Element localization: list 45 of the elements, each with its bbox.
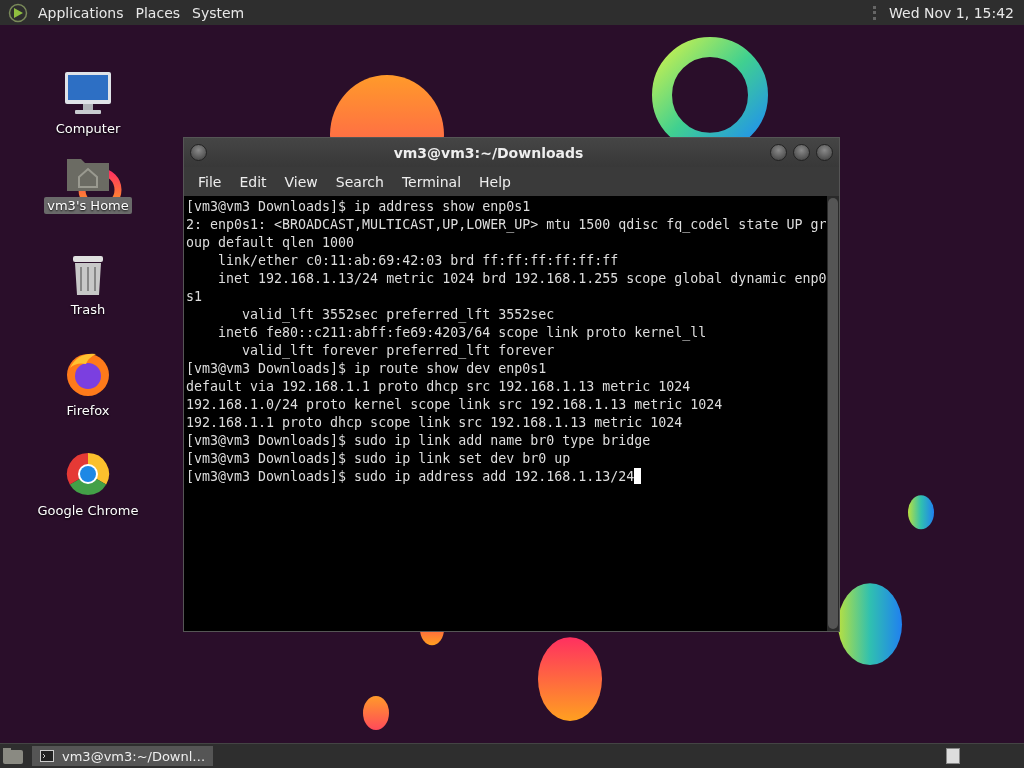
menu-item[interactable]: File — [190, 171, 230, 192]
desktop-icon-label[interactable]: vm3's Home — [44, 197, 132, 214]
computer-icon[interactable] — [63, 70, 113, 116]
terminal-line: 192.168.1.1 proto dhcp scope link src 192.168.1.13 metric 1024 — [186, 414, 683, 432]
terminal-line: 2: enp0s1: <BROADCAST,MULTICAST,UP,LOWER_UP> mtu 1500 qdisc fq_codel state UP gr — [186, 216, 827, 234]
logo-icon[interactable] — [8, 2, 28, 23]
terminal-line: inet 192.168.1.13/24 metric 1024 brd 192.168.1.255 scope global dynamic enp0 — [217, 270, 827, 288]
minimize-button[interactable] — [770, 144, 787, 161]
close-button[interactable] — [816, 144, 833, 161]
terminal-line: [vm3@vm3 Downloads]$ ip address show enp0s1 — [186, 198, 531, 216]
clock[interactable]: Wed Nov 1, 15:42 — [889, 4, 1016, 21]
terminal-line: [vm3@vm3 Downloads]$ sudo ip link set dev br0 up — [186, 450, 571, 468]
trash-icon[interactable] — [70, 253, 106, 297]
desktop-icon-label[interactable]: Trash — [67, 301, 109, 318]
desktop-icon-label[interactable]: Firefox — [63, 402, 113, 419]
terminal-line: link/ether c0:11:ab:69:42:03 brd ff:ff:ff:ff:ff:ff — [217, 252, 619, 270]
terminal-line: [vm3@vm3 Downloads]$ sudo ip address add 192.168.1.13/24 — [186, 468, 642, 486]
taskbar-button[interactable]: vm3@vm3:~/Downl… — [32, 746, 214, 766]
terminal-line: 192.168.1.0/24 proto kernel scope link src 192.168.1.13 metric 1024 — [186, 396, 723, 414]
workspace-switcher[interactable] — [946, 748, 960, 764]
terminal-line: s1 — [186, 288, 202, 306]
panel-menu[interactable]: Applications — [34, 4, 128, 21]
panel-menu[interactable]: System — [188, 4, 249, 21]
terminal-line: valid_lft forever preferred_lft forever — [241, 342, 555, 360]
terminal-line: [vm3@vm3 Downloads]$ ip route show dev enp0s1 — [186, 360, 547, 378]
terminal-line: oup default qlen 1000 — [186, 234, 355, 252]
terminal-line: default via 192.168.1.1 proto dhcp src 192.168.1.13 metric 1024 — [186, 378, 691, 396]
terminal-line: valid_lft 3552sec preferred_lft 3552sec — [241, 306, 555, 324]
window-menu-button[interactable] — [190, 144, 207, 161]
show-desktop-icon[interactable] — [2, 747, 24, 765]
menu-item[interactable]: Search — [327, 171, 392, 192]
maximize-button[interactable] — [793, 144, 810, 161]
desktop-icon-label[interactable]: Google Chrome — [34, 502, 142, 519]
terminal-icon — [40, 750, 54, 762]
terminal-line: [vm3@vm3 Downloads]$ sudo ip link add name br0 type bridge — [186, 432, 651, 450]
menu-item[interactable]: Terminal — [393, 171, 470, 192]
menu-item[interactable]: View — [276, 171, 326, 192]
window-title: vm3@vm3:~/Downloads — [392, 144, 585, 161]
chrome-icon[interactable] — [64, 450, 112, 498]
panel-menu[interactable]: Places — [131, 4, 185, 21]
terminal-line: inet6 fe80::c211:abff:fe69:4203/64 scope link proto kernel_ll — [217, 324, 707, 342]
scrollbar[interactable] — [827, 196, 839, 631]
desktop-icon-label[interactable]: Computer — [52, 120, 124, 137]
menu-item[interactable]: Edit — [231, 171, 275, 192]
menu-item[interactable]: Help — [471, 171, 519, 192]
